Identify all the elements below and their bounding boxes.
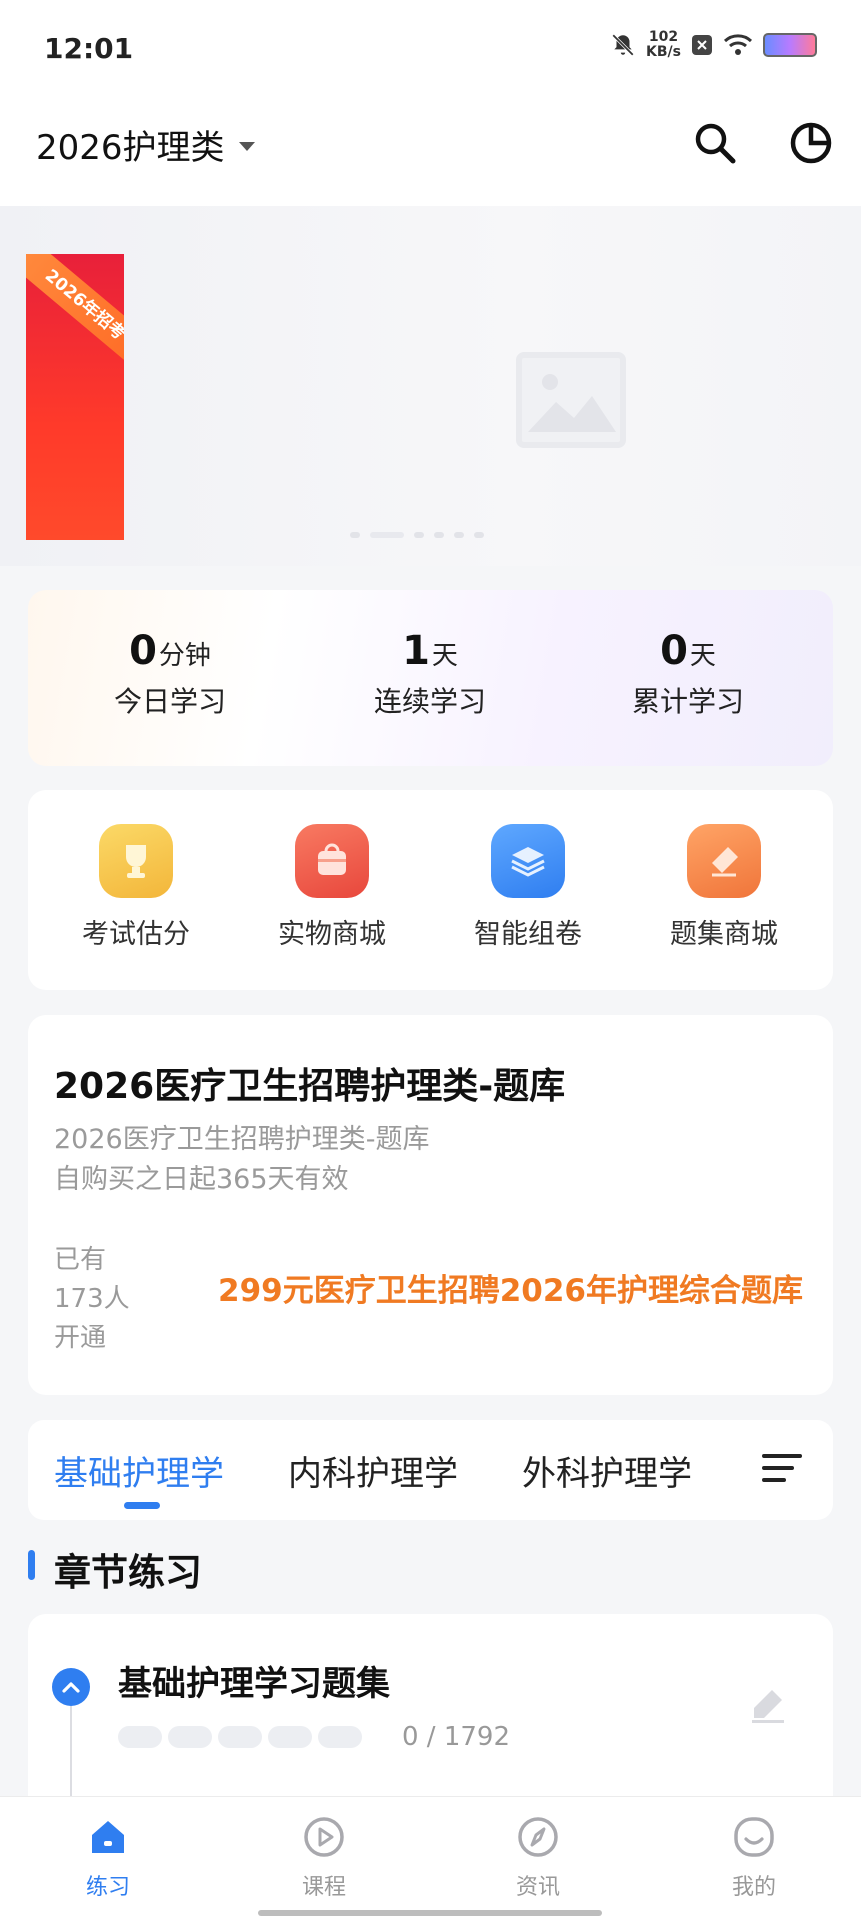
quick-smart-paper[interactable]: 智能组卷 bbox=[438, 824, 618, 951]
product-title: 2026医疗卫生招聘护理类-题库 bbox=[54, 1066, 566, 1107]
layers-icon bbox=[491, 824, 565, 898]
nav-practice[interactable]: 练习 bbox=[48, 1815, 168, 1901]
home-indicator[interactable] bbox=[258, 1910, 602, 1916]
carousel-dot[interactable] bbox=[350, 532, 360, 538]
chapter-progress-placeholder bbox=[118, 1726, 362, 1748]
pie-chart-icon[interactable] bbox=[786, 118, 836, 168]
section-title: 章节练习 bbox=[54, 1551, 202, 1594]
subject-tabs: 基础护理学 内科护理学 外科护理学 bbox=[28, 1420, 833, 1520]
study-stats-card: 0分钟 今日学习 1天 连续学习 0天 累计学习 bbox=[28, 590, 833, 766]
chevron-up-icon[interactable] bbox=[52, 1668, 90, 1706]
progress-pill bbox=[268, 1726, 312, 1748]
landscape-icon bbox=[528, 374, 616, 432]
stat-total-label: 累计学习 bbox=[631, 685, 744, 718]
quick-question-mall-label: 题集商城 bbox=[670, 919, 778, 950]
product-subtitle: 2026医疗卫生招聘护理类-题库 bbox=[54, 1124, 430, 1155]
stat-streak-unit: 天 bbox=[431, 641, 458, 671]
promo-banner-image[interactable]: 2026年招考 bbox=[26, 254, 124, 540]
net-speed-value: 102 bbox=[648, 29, 679, 45]
stat-today-unit: 分钟 bbox=[158, 641, 211, 671]
stat-today-label: 今日学习 bbox=[113, 685, 226, 718]
buyers-line-2: 173人 bbox=[54, 1284, 130, 1314]
status-icons: 102 KB/s bbox=[610, 30, 817, 60]
carousel-dot[interactable] bbox=[434, 532, 444, 538]
progress-pill bbox=[318, 1726, 362, 1748]
nav-courses[interactable]: 课程 bbox=[264, 1815, 384, 1901]
pencil-icon[interactable] bbox=[748, 1684, 788, 1724]
category-label: 2026护理类 bbox=[36, 128, 225, 168]
battery-icon bbox=[763, 33, 817, 57]
quick-smart-paper-label: 智能组卷 bbox=[474, 919, 582, 950]
status-time: 12:01 bbox=[44, 32, 134, 65]
carousel-dots bbox=[350, 532, 484, 538]
stat-today: 0分钟 今日学习 bbox=[50, 628, 290, 720]
nav-courses-label: 课程 bbox=[301, 1875, 346, 1900]
carousel-dot[interactable] bbox=[454, 532, 464, 538]
quick-menu: 考试估分 实物商城 智能组卷 题集商城 bbox=[28, 790, 833, 990]
product-card[interactable]: 2026医疗卫生招聘护理类-题库 2026医疗卫生招聘护理类-题库 自购买之日起… bbox=[28, 1015, 833, 1395]
nav-profile[interactable]: 我的 bbox=[694, 1815, 814, 1901]
category-selector[interactable]: 2026护理类 bbox=[36, 120, 255, 169]
promo-ribbon: 2026年招考 bbox=[26, 254, 124, 373]
menu-icon[interactable] bbox=[762, 1450, 804, 1486]
quick-question-mall[interactable]: 题集商城 bbox=[634, 824, 814, 951]
quick-exam-estimate-label: 考试估分 bbox=[82, 919, 190, 950]
chapter-count: 0 / 1792 bbox=[402, 1722, 510, 1752]
stat-streak-value: 1 bbox=[402, 628, 430, 674]
stat-total: 0天 累计学习 bbox=[568, 628, 808, 720]
bottom-nav: 练习 课程 资讯 我的 bbox=[0, 1796, 861, 1921]
progress-pill bbox=[168, 1726, 212, 1748]
stat-streak-label: 连续学习 bbox=[373, 685, 486, 718]
banner-carousel[interactable] bbox=[0, 206, 861, 566]
nav-practice-label: 练习 bbox=[85, 1875, 130, 1900]
nav-news[interactable]: 资讯 bbox=[478, 1815, 598, 1901]
carousel-dot[interactable] bbox=[474, 532, 484, 538]
tab-internal-nursing[interactable]: 内科护理学 bbox=[288, 1446, 458, 1495]
nav-news-label: 资讯 bbox=[515, 1875, 560, 1900]
quick-exam-estimate[interactable]: 考试估分 bbox=[46, 824, 226, 951]
stat-streak: 1天 连续学习 bbox=[310, 628, 550, 720]
carousel-dot-active[interactable] bbox=[370, 532, 404, 538]
play-icon bbox=[304, 1817, 344, 1857]
quick-goods-mall[interactable]: 实物商城 bbox=[242, 824, 422, 951]
tab-surgical-nursing[interactable]: 外科护理学 bbox=[522, 1446, 692, 1495]
net-speed-unit: KB/s bbox=[646, 44, 681, 60]
stat-total-value: 0 bbox=[660, 628, 688, 674]
wifi-icon bbox=[723, 34, 753, 55]
section-accent-bar bbox=[28, 1550, 35, 1580]
buyers-line-3: 开通 bbox=[54, 1323, 107, 1353]
smile-icon bbox=[734, 1817, 774, 1857]
quick-goods-mall-label: 实物商城 bbox=[278, 919, 386, 950]
stat-total-unit: 天 bbox=[689, 641, 716, 671]
tab-basic-nursing[interactable]: 基础护理学 bbox=[54, 1446, 224, 1495]
progress-pill bbox=[118, 1726, 162, 1748]
chevron-down-icon bbox=[238, 142, 255, 151]
product-buyers: 已有 173人 开通 bbox=[54, 1241, 144, 1358]
compass-icon bbox=[518, 1817, 558, 1857]
stat-today-value: 0 bbox=[129, 628, 157, 674]
active-tab-indicator bbox=[124, 1502, 160, 1509]
bag-icon bbox=[295, 824, 369, 898]
trophy-icon bbox=[99, 824, 173, 898]
product-validity: 自购买之日起365天有效 bbox=[54, 1164, 349, 1195]
image-placeholder-icon bbox=[516, 352, 626, 448]
mute-bell-icon bbox=[612, 34, 634, 56]
carousel-dot[interactable] bbox=[414, 532, 424, 538]
nav-profile-label: 我的 bbox=[731, 1875, 776, 1900]
chapter-title: 基础护理学习题集 bbox=[118, 1664, 390, 1704]
progress-pill bbox=[218, 1726, 262, 1748]
home-icon bbox=[92, 1821, 124, 1853]
x-box-icon bbox=[692, 35, 712, 55]
eraser-icon bbox=[687, 824, 761, 898]
product-price-link[interactable]: 299元医疗卫生招聘2026年护理综合题库 bbox=[218, 1265, 803, 1310]
search-icon[interactable] bbox=[690, 118, 740, 168]
net-speed: 102 KB/s bbox=[646, 30, 681, 60]
buyers-line-1: 已有 bbox=[54, 1245, 107, 1275]
